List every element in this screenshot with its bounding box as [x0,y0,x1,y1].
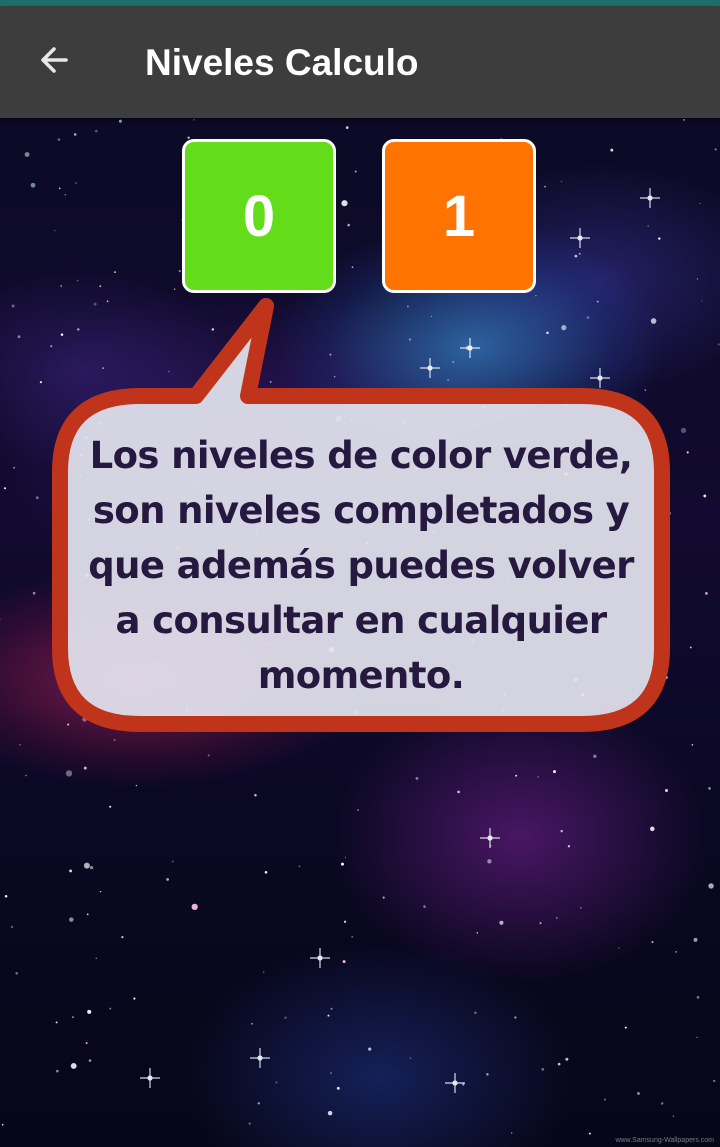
tooltip-text: Los niveles de color verde, son niveles … [88,434,634,697]
levels-screen: Niveles Calculo 0 1 Los niveles de color… [0,0,720,1147]
wallpaper-watermark: www.Samsung-Wallpapers.com [615,1137,714,1144]
app-bar: Niveles Calculo [0,6,720,118]
level-tile-current[interactable]: 1 [382,139,536,293]
page-title: Niveles Calculo [145,42,419,83]
arrow-back-icon [36,42,72,82]
back-button[interactable] [22,30,86,94]
level-tile-completed[interactable]: 0 [182,139,336,293]
